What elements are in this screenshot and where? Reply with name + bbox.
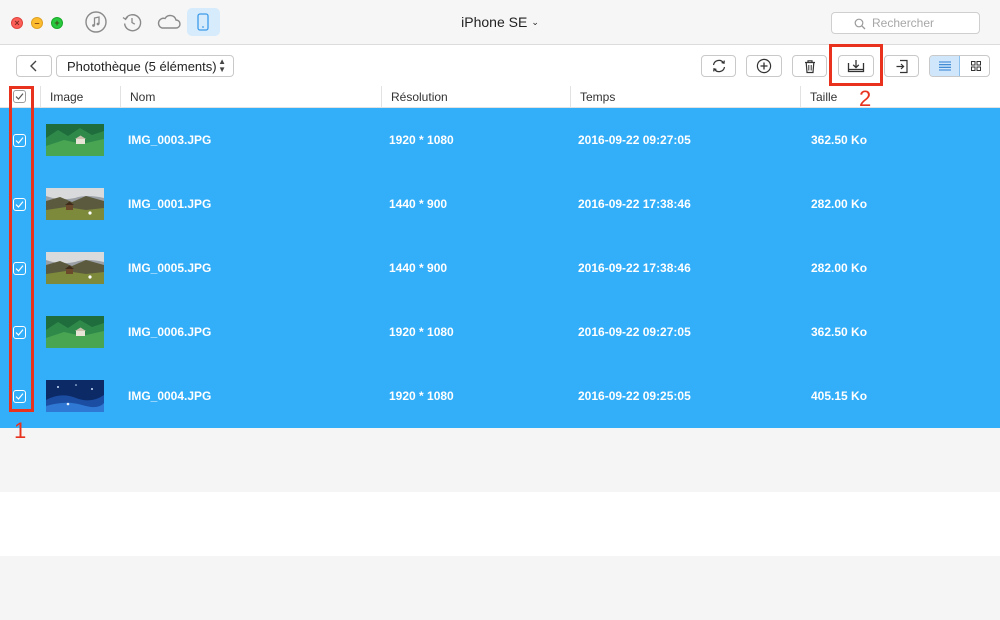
search-box[interactable] <box>831 12 980 34</box>
photo-name: IMG_0001.JPG <box>128 197 212 211</box>
cloud-icon <box>157 14 181 29</box>
device-tab[interactable] <box>187 8 220 36</box>
photo-time: 2016-09-22 09:25:05 <box>578 389 691 403</box>
photo-size: 405.15 Ko <box>811 389 868 403</box>
photo-thumbnail <box>46 316 104 348</box>
photo-name: IMG_0003.JPG <box>128 133 212 147</box>
add-button[interactable] <box>746 55 782 77</box>
photo-time: 2016-09-22 17:38:46 <box>578 197 691 211</box>
photo-size: 282.00 Ko <box>811 197 868 211</box>
album-select[interactable]: Photothèque (5 éléments) ▲ ▼ <box>56 55 234 77</box>
photo-resolution: 1920 * 1080 <box>389 325 454 339</box>
search-input[interactable] <box>872 15 976 31</box>
grid-view-icon <box>970 61 981 71</box>
history-button[interactable] <box>120 10 144 34</box>
photo-resolution: 1920 * 1080 <box>389 389 454 403</box>
list-view-button[interactable] <box>930 56 960 76</box>
empty-row <box>0 428 1000 492</box>
icloud-button[interactable] <box>155 10 183 34</box>
music-icon <box>85 11 107 33</box>
updown-icon: ▲ ▼ <box>218 57 226 74</box>
photo-name: IMG_0006.JPG <box>128 325 212 339</box>
refresh-icon <box>712 59 725 73</box>
table-row[interactable]: IMG_0001.JPG 1440 * 900 2016-09-22 17:38:4… <box>0 172 1000 236</box>
view-toggle <box>929 55 990 77</box>
photo-size: 362.50 Ko <box>811 325 868 339</box>
column-header-size[interactable]: Taille <box>800 86 1000 108</box>
chevron-down-icon: ⌄ <box>531 17 539 27</box>
grid-view-button[interactable] <box>961 56 989 76</box>
table-row[interactable]: IMG_0003.JPG 1920 * 1080 2016-09-22 09:27:… <box>0 108 1000 172</box>
photo-size: 282.00 Ko <box>811 261 868 275</box>
photo-name: IMG_0005.JPG <box>128 261 212 275</box>
refresh-button[interactable] <box>701 55 736 77</box>
photo-size: 362.50 Ko <box>811 133 868 147</box>
close-window-button[interactable]: × <box>11 17 23 29</box>
minimize-window-button[interactable]: – <box>31 17 43 29</box>
add-icon <box>756 58 772 74</box>
annotation-number-2: 2 <box>859 86 872 111</box>
history-icon <box>122 14 142 32</box>
photo-resolution: 1440 * 900 <box>389 261 448 275</box>
album-select-label: Photothèque (5 éléments) <box>67 58 217 74</box>
column-header-image[interactable]: Image <box>40 86 120 108</box>
annotation-number-1: 1 <box>14 418 27 443</box>
music-button[interactable] <box>84 10 108 34</box>
photo-thumbnail <box>46 380 104 412</box>
table-row[interactable]: IMG_0006.JPG 1920 * 1080 2016-09-22 09:27:… <box>0 300 1000 364</box>
delete-button[interactable] <box>792 55 827 77</box>
table-header: Image Nom Résolution Temps Taille <box>0 86 1000 108</box>
column-header-resolution[interactable]: Résolution <box>381 86 570 108</box>
photo-time: 2016-09-22 17:38:46 <box>578 261 691 275</box>
annotation-box-export <box>829 44 883 86</box>
trash-icon <box>804 59 815 73</box>
send-to-device-icon <box>896 59 908 73</box>
list-view-icon <box>938 61 951 71</box>
send-to-device-button[interactable] <box>884 55 919 77</box>
chevron-left-icon <box>30 60 37 72</box>
minimize-icon: – <box>34 18 40 28</box>
column-header-time[interactable]: Temps <box>570 86 800 108</box>
back-button[interactable] <box>16 55 52 77</box>
device-name: iPhone SE <box>461 14 528 30</box>
photo-time: 2016-09-22 09:27:05 <box>578 133 691 147</box>
photo-thumbnail <box>46 124 104 156</box>
column-header-name[interactable]: Nom <box>120 86 381 108</box>
zoom-icon: + <box>54 18 60 28</box>
photo-thumbnail <box>46 252 104 284</box>
close-icon: × <box>14 18 20 28</box>
zoom-window-button[interactable]: + <box>51 17 63 29</box>
photo-thumbnail <box>46 188 104 220</box>
title-bar: × – + iPhone SE ⌄ <box>0 0 1000 45</box>
photo-resolution: 1440 * 900 <box>389 197 448 211</box>
annotation-box-checkboxes <box>9 86 34 412</box>
table-row[interactable]: IMG_0005.JPG 1440 * 900 2016-09-22 17:38:4… <box>0 236 1000 300</box>
photo-name: IMG_0004.JPG <box>128 389 212 403</box>
phone-icon <box>197 13 209 31</box>
empty-row <box>0 492 1000 556</box>
photo-resolution: 1920 * 1080 <box>389 133 454 147</box>
search-icon <box>854 18 866 30</box>
photo-time: 2016-09-22 09:27:05 <box>578 325 691 339</box>
empty-row <box>0 556 1000 620</box>
table-row[interactable]: IMG_0004.JPG 1920 * 1080 2016-09-22 09:25:… <box>0 364 1000 428</box>
device-selector[interactable]: iPhone SE ⌄ <box>440 14 560 30</box>
